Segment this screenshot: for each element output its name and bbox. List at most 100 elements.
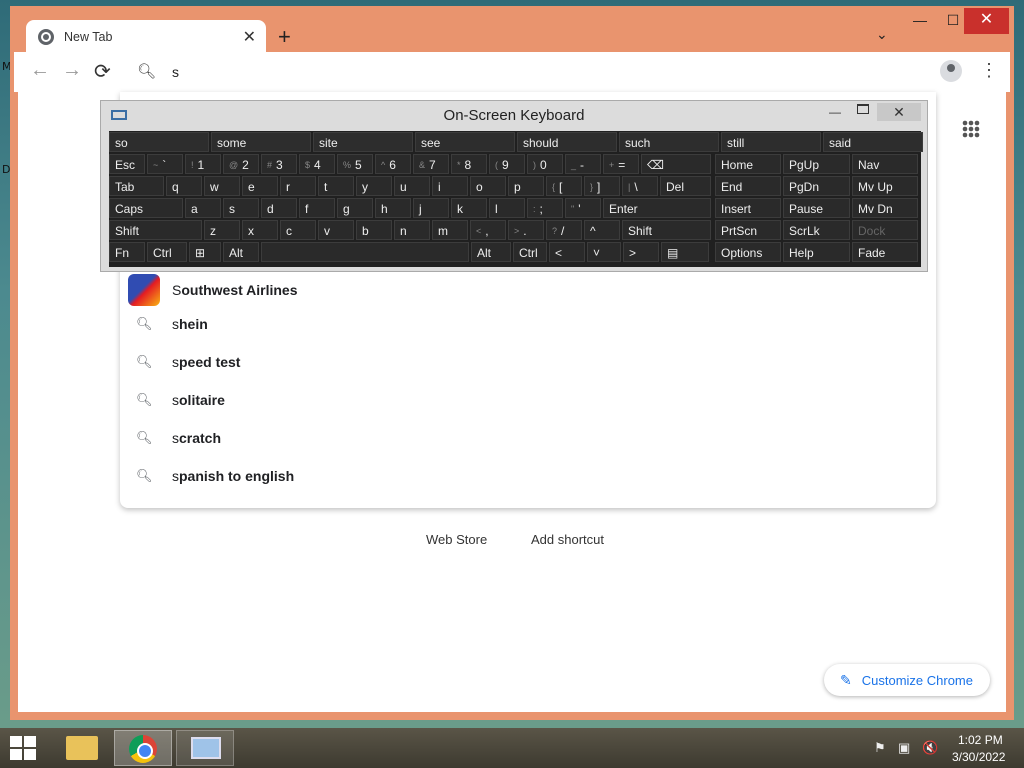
osk-key-fade[interactable]: Fade	[852, 242, 918, 262]
osk-key-tab[interactable]: Tab	[109, 176, 164, 196]
osk-maximize-button[interactable]	[857, 104, 869, 114]
osk-key-o[interactable]: o	[470, 176, 506, 196]
osk-prediction-site[interactable]: site	[313, 132, 413, 152]
osk-key-5[interactable]: % 5	[337, 154, 373, 174]
osk-key-x[interactable]: x	[242, 220, 278, 240]
osk-key-symbol[interactable]: :;	[527, 198, 563, 218]
osk-key-2[interactable]: @2	[223, 154, 259, 174]
osk-key-c[interactable]: c	[280, 220, 316, 240]
osk-key-scrlk[interactable]: ScrLk	[783, 220, 850, 240]
tab-close-icon[interactable]: ✕	[243, 27, 256, 47]
osk-key-b[interactable]: b	[356, 220, 392, 240]
osk-key-t[interactable]: t	[318, 176, 354, 196]
osk-key-esc[interactable]: Esc	[109, 154, 145, 174]
osk-key-pgup[interactable]: PgUp	[783, 154, 850, 174]
osk-key-f[interactable]: f	[299, 198, 335, 218]
osk-key-symbol[interactable]: }]	[584, 176, 620, 196]
omnibox-input[interactable]: s	[172, 64, 179, 80]
osk-key-fn[interactable]: Fn	[109, 242, 145, 262]
osk-key-symbol[interactable]: ~ `	[147, 154, 183, 174]
osk-key-symbol[interactable]: <,	[470, 220, 506, 240]
osk-title-bar[interactable]: On-Screen Keyboard — ✕	[101, 101, 927, 131]
tab-search-chevron-icon[interactable]: ⌄	[876, 26, 888, 43]
osk-key-symbol[interactable]: <	[549, 242, 585, 262]
osk-key-symbol[interactable]: ▤	[661, 242, 709, 262]
osk-key-pause[interactable]: Pause	[783, 198, 850, 218]
osk-key-shift[interactable]: Shift	[622, 220, 711, 240]
close-window-button[interactable]: ✕	[964, 8, 1009, 34]
osk-prediction-such[interactable]: such	[619, 132, 719, 152]
osk-key-symbol[interactable]: + =	[603, 154, 639, 174]
osk-key-symbol[interactable]: >	[623, 242, 659, 262]
osk-key-s[interactable]: s	[223, 198, 259, 218]
shortcut-add[interactable]: Add shortcut	[531, 532, 604, 547]
osk-key-caps[interactable]: Caps	[109, 198, 183, 218]
osk-key-0[interactable]: ) 0	[527, 154, 563, 174]
osk-key-g[interactable]: g	[337, 198, 373, 218]
osk-minimize-button[interactable]: —	[829, 105, 841, 119]
osk-key-nav[interactable]: Nav	[852, 154, 918, 174]
osk-key-e[interactable]: e	[242, 176, 278, 196]
suggestion-row[interactable]: 🔍︎ shein	[136, 305, 208, 343]
taskbar-on-screen-keyboard[interactable]	[176, 730, 234, 766]
clock-time[interactable]: 1:02 PM	[958, 733, 1003, 747]
suggestion-row[interactable]: 🔍︎ solitaire	[136, 381, 225, 419]
osk-key-7[interactable]: & 7	[413, 154, 449, 174]
suggestion-row[interactable]: 🔍︎ speed test	[136, 343, 240, 381]
osk-key-p[interactable]: p	[508, 176, 544, 196]
osk-key-q[interactable]: q	[166, 176, 202, 196]
osk-key-a[interactable]: a	[185, 198, 221, 218]
osk-prediction-so[interactable]: so	[109, 132, 209, 152]
osk-key-n[interactable]: n	[394, 220, 430, 240]
osk-key-8[interactable]: * 8	[451, 154, 487, 174]
osk-key-enter[interactable]: Enter	[603, 198, 711, 218]
osk-key-9[interactable]: (9	[489, 154, 525, 174]
suggestion-row[interactable]: 🔍︎ spanish to english	[136, 457, 294, 495]
osk-close-button[interactable]: ✕	[877, 103, 921, 121]
network-icon[interactable]: ▣	[898, 740, 910, 756]
osk-key-1[interactable]: ! 1	[185, 154, 221, 174]
osk-key-del[interactable]: Del	[660, 176, 711, 196]
osk-key-d[interactable]: d	[261, 198, 297, 218]
tab-new-tab[interactable]: New Tab ✕	[26, 20, 266, 54]
clock-date[interactable]: 3/30/2022	[952, 750, 1005, 764]
osk-key-symbol[interactable]: _ -	[565, 154, 601, 174]
osk-key-k[interactable]: k	[451, 198, 487, 218]
suggestion-row[interactable]: 🔍︎ scratch	[136, 419, 221, 457]
osk-key-ctrl[interactable]: Ctrl	[147, 242, 187, 262]
start-windows-icon[interactable]	[10, 736, 36, 760]
osk-key-space[interactable]	[261, 242, 469, 262]
osk-key-help[interactable]: Help	[783, 242, 850, 262]
new-tab-button[interactable]: +	[278, 24, 291, 50]
osk-key-symbol[interactable]: >.	[508, 220, 544, 240]
osk-prediction-see[interactable]: see	[415, 132, 515, 152]
osk-key-m[interactable]: m	[432, 220, 468, 240]
volume-muted-icon[interactable]: 🔇	[922, 740, 938, 756]
osk-key-ctrl[interactable]: Ctrl	[513, 242, 547, 262]
osk-prediction-some[interactable]: some	[211, 132, 311, 152]
action-center-flag-icon[interactable]: ⚑	[874, 740, 886, 756]
back-arrow-icon[interactable]: ←	[30, 59, 50, 82]
profile-avatar-icon[interactable]	[940, 60, 962, 82]
osk-key-r[interactable]: r	[280, 176, 316, 196]
osk-key-z[interactable]: z	[204, 220, 240, 240]
suggestion-southwest[interactable]: Southwest Airlines	[128, 274, 298, 306]
osk-key-symbol[interactable]: ˅	[587, 242, 621, 262]
osk-key-symbol[interactable]: ^	[584, 220, 620, 240]
osk-key-options[interactable]: Options	[715, 242, 781, 262]
osk-key-alt[interactable]: Alt	[223, 242, 259, 262]
osk-prediction-should[interactable]: should	[517, 132, 617, 152]
osk-key-h[interactable]: h	[375, 198, 411, 218]
osk-key-alt[interactable]: Alt	[471, 242, 511, 262]
osk-prediction-said[interactable]: said	[823, 132, 923, 152]
chrome-menu-icon[interactable]: ⋮	[980, 60, 998, 81]
osk-key-symbol[interactable]: ⊞	[189, 242, 221, 262]
osk-key-pgdn[interactable]: PgDn	[783, 176, 850, 196]
osk-key-mvdn[interactable]: Mv Dn	[852, 198, 918, 218]
customize-chrome-button[interactable]: ✎ Customize Chrome	[824, 664, 990, 696]
reload-icon[interactable]: ⟳	[94, 59, 111, 84]
osk-prediction-still[interactable]: still	[721, 132, 821, 152]
osk-key-y[interactable]: y	[356, 176, 392, 196]
osk-key-symbol[interactable]: ⌫	[641, 154, 711, 174]
osk-key-l[interactable]: l	[489, 198, 525, 218]
